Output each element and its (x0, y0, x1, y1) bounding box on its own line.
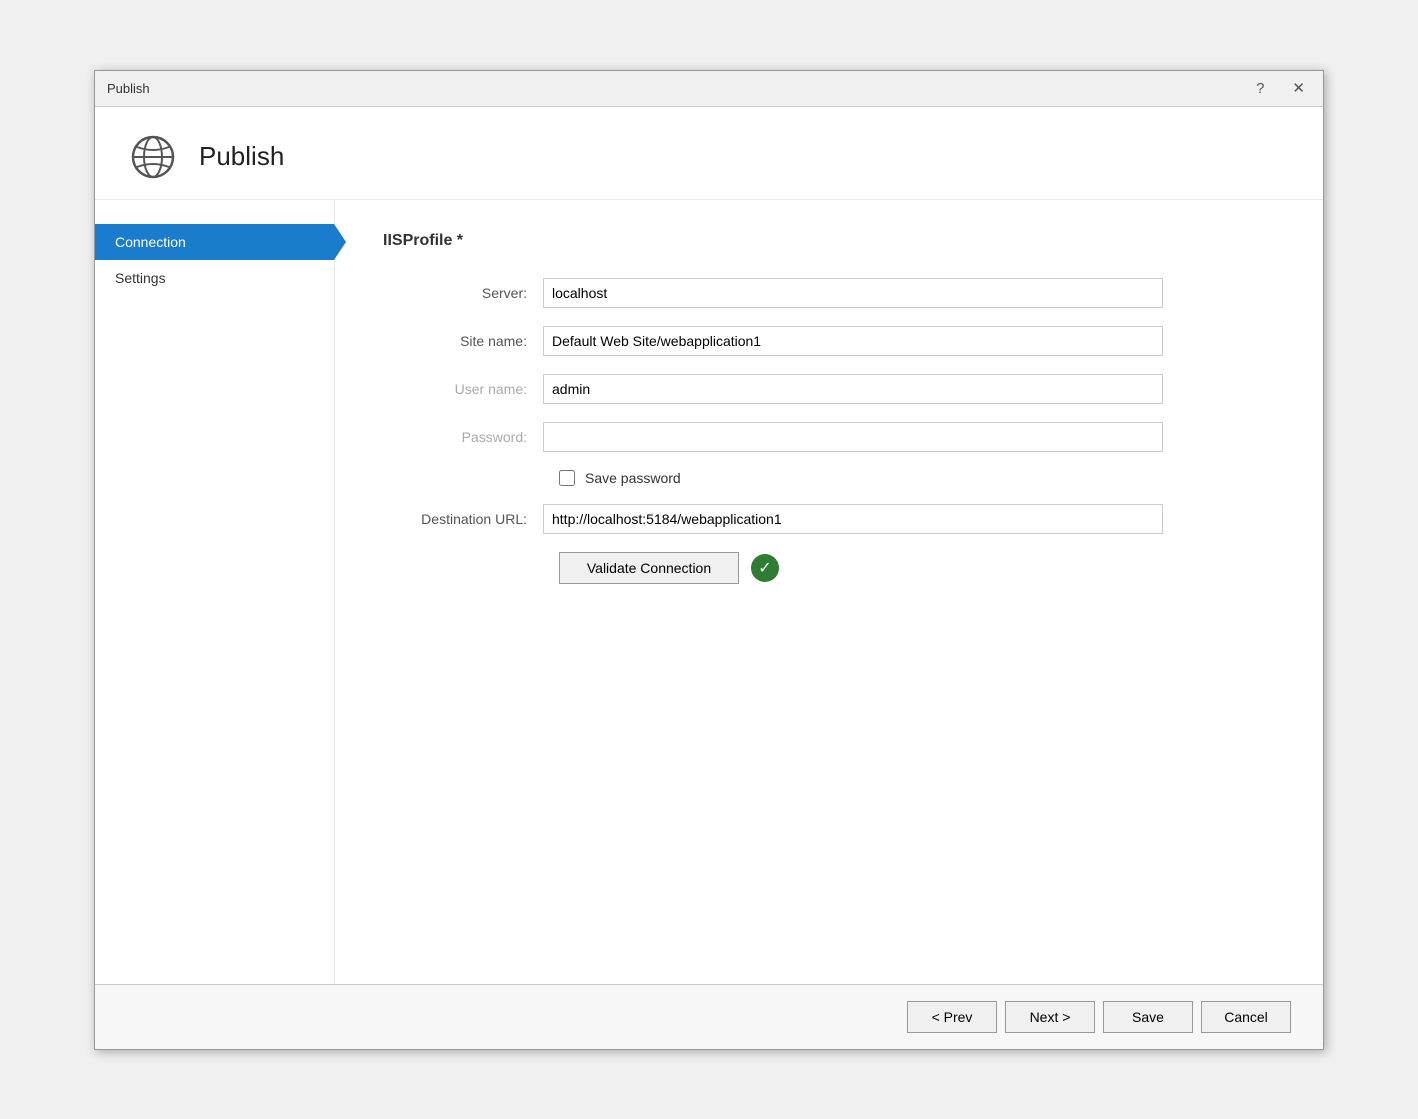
save-password-checkbox[interactable] (559, 470, 575, 486)
close-button[interactable]: ✕ (1286, 77, 1311, 99)
save-button[interactable]: Save (1103, 1001, 1193, 1033)
site-name-row: Site name: (383, 326, 1275, 356)
title-bar-title: Publish (107, 81, 150, 96)
destination-url-label: Destination URL: (383, 511, 543, 527)
sidebar-item-settings-label: Settings (115, 270, 166, 286)
server-row: Server: (383, 278, 1275, 308)
validate-success-icon: ✓ (751, 554, 779, 582)
destination-url-input[interactable] (543, 504, 1163, 534)
user-name-label: User name: (383, 381, 543, 397)
help-button[interactable]: ? (1250, 78, 1270, 99)
save-password-label[interactable]: Save password (585, 470, 681, 486)
content-area: Connection Settings IISProfile * Server:… (95, 200, 1323, 984)
prev-button[interactable]: < Prev (907, 1001, 997, 1033)
footer: < Prev Next > Save Cancel (95, 984, 1323, 1049)
title-bar-controls: ? ✕ (1250, 77, 1311, 99)
server-input[interactable] (543, 278, 1163, 308)
password-input[interactable] (543, 422, 1163, 452)
validate-connection-button[interactable]: Validate Connection (559, 552, 739, 584)
validate-connection-row: Validate Connection ✓ (559, 552, 1275, 584)
password-label: Password: (383, 429, 543, 445)
password-row: Password: (383, 422, 1275, 452)
save-password-row: Save password (559, 470, 1275, 486)
server-label: Server: (383, 285, 543, 301)
header-area: Publish (95, 107, 1323, 200)
sidebar-item-connection[interactable]: Connection (95, 224, 334, 260)
main-content: IISProfile * Server: Site name: User nam… (335, 200, 1323, 984)
user-name-input[interactable] (543, 374, 1163, 404)
site-name-input[interactable] (543, 326, 1163, 356)
destination-url-row: Destination URL: (383, 504, 1275, 534)
title-bar: Publish ? ✕ (95, 71, 1323, 107)
sidebar-item-connection-label: Connection (115, 234, 186, 250)
globe-icon (127, 131, 179, 183)
cancel-button[interactable]: Cancel (1201, 1001, 1291, 1033)
title-bar-left: Publish (107, 81, 150, 96)
publish-dialog: Publish ? ✕ Publish (94, 70, 1324, 1050)
window-body: Publish Connection Settings IISProfile *… (95, 107, 1323, 1049)
site-name-label: Site name: (383, 333, 543, 349)
sidebar: Connection Settings (95, 200, 335, 984)
sidebar-item-settings[interactable]: Settings (95, 260, 334, 296)
next-button[interactable]: Next > (1005, 1001, 1095, 1033)
user-name-row: User name: (383, 374, 1275, 404)
section-title: IISProfile * (383, 232, 1275, 250)
page-title: Publish (199, 141, 284, 172)
